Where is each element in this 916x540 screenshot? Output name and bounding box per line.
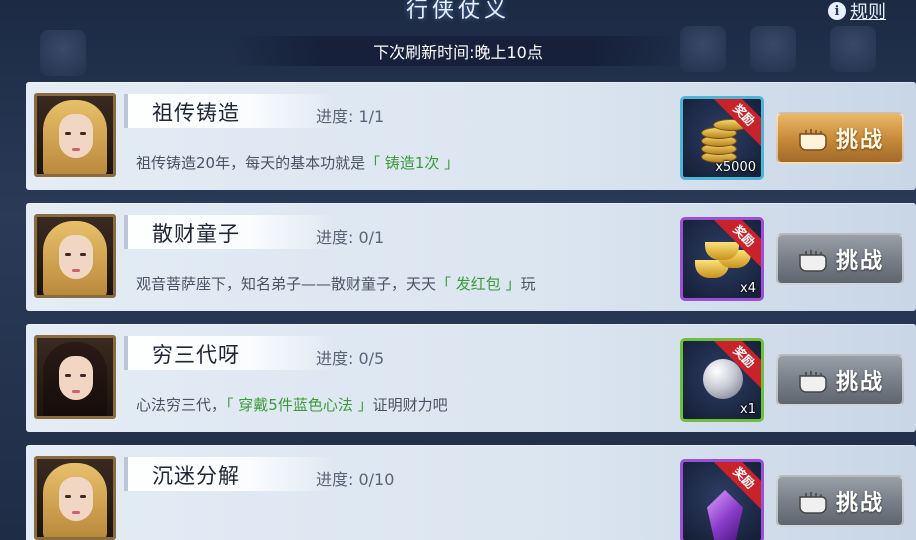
task-name: 祖传铸造 xyxy=(152,101,240,125)
task-progress: 进度: 0/5 xyxy=(316,349,385,368)
bg-icon xyxy=(830,26,876,72)
task-card: 穷三代呀 进度: 0/5 心法穷三代，「 穿戴5件蓝色心法 」证明财力吧 奖励 … xyxy=(26,324,916,432)
bg-icon xyxy=(40,30,86,76)
reward-slot[interactable]: 奖励 x4 xyxy=(680,217,764,301)
reward-slot[interactable]: 奖励 x5000 xyxy=(680,96,764,180)
refresh-time-banner: 下次刷新时间:晚上10点 xyxy=(230,36,686,66)
bg-icon xyxy=(750,26,796,72)
task-description: 祖传铸造20年，每天的基本功就是「 铸造1次 」 xyxy=(136,154,460,172)
npc-avatar xyxy=(34,214,116,298)
reward-quantity: x1 xyxy=(740,402,756,417)
challenge-button[interactable]: 挑战 xyxy=(776,112,904,164)
reward-quantity: x4 xyxy=(740,281,756,296)
task-requirement: 「 发红包 」 xyxy=(436,275,521,293)
reward-slot[interactable]: 奖励 x1 xyxy=(680,338,764,422)
fist-icon xyxy=(799,371,827,393)
challenge-button[interactable]: 挑战 xyxy=(776,475,904,527)
challenge-label: 挑战 xyxy=(835,128,884,153)
npc-avatar xyxy=(34,335,116,419)
challenge-button[interactable]: 挑战 xyxy=(776,233,904,285)
task-name: 沉迷分解 xyxy=(152,464,240,488)
info-icon: i xyxy=(828,2,846,20)
title-bar: 行侠仗义 xyxy=(0,0,916,28)
task-progress: 进度: 0/1 xyxy=(316,228,385,247)
rules-label: 规则 xyxy=(850,2,886,23)
fist-icon xyxy=(799,129,827,151)
reward-slot[interactable]: 奖励 xyxy=(680,459,764,540)
purple-crystal-icon xyxy=(707,490,743,540)
task-name: 穷三代呀 xyxy=(152,343,240,367)
task-card: 祖传铸造 进度: 1/1 祖传铸造20年，每天的基本功就是「 铸造1次 」 奖励… xyxy=(26,82,916,190)
npc-avatar xyxy=(34,93,116,177)
reward-quantity: x5000 xyxy=(715,160,756,175)
task-requirement: 「 穿戴5件蓝色心法 」 xyxy=(226,396,373,414)
task-card: 沉迷分解 进度: 0/10 奖励 挑战 xyxy=(26,445,916,540)
npc-avatar xyxy=(34,456,116,540)
fist-icon xyxy=(799,250,827,272)
rules-link[interactable]: i 规则 xyxy=(828,0,886,24)
bg-icon xyxy=(680,26,726,72)
task-card: 散财童子 进度: 0/1 观音菩萨座下，知名弟子——散财童子，天天「 发红包 」… xyxy=(26,203,916,311)
task-progress: 进度: 0/10 xyxy=(316,470,395,489)
challenge-label: 挑战 xyxy=(835,249,884,274)
page-title: 行侠仗义 xyxy=(405,0,510,23)
fist-icon xyxy=(799,492,827,514)
task-requirement: 「 铸造1次 」 xyxy=(365,154,460,172)
challenge-button[interactable]: 挑战 xyxy=(776,354,904,406)
task-progress: 进度: 1/1 xyxy=(316,107,385,126)
task-description: 心法穷三代，「 穿戴5件蓝色心法 」证明财力吧 xyxy=(136,396,448,414)
task-name: 散财童子 xyxy=(152,222,240,246)
task-description: 观音菩萨座下，知名弟子——散财童子，天天「 发红包 」玩 xyxy=(136,275,536,293)
challenge-label: 挑战 xyxy=(835,370,884,395)
task-list: 祖传铸造 进度: 1/1 祖传铸造20年，每天的基本功就是「 铸造1次 」 奖励… xyxy=(26,82,916,540)
challenge-label: 挑战 xyxy=(835,491,884,516)
refresh-text: 下次刷新时间:晚上10点 xyxy=(373,43,543,62)
